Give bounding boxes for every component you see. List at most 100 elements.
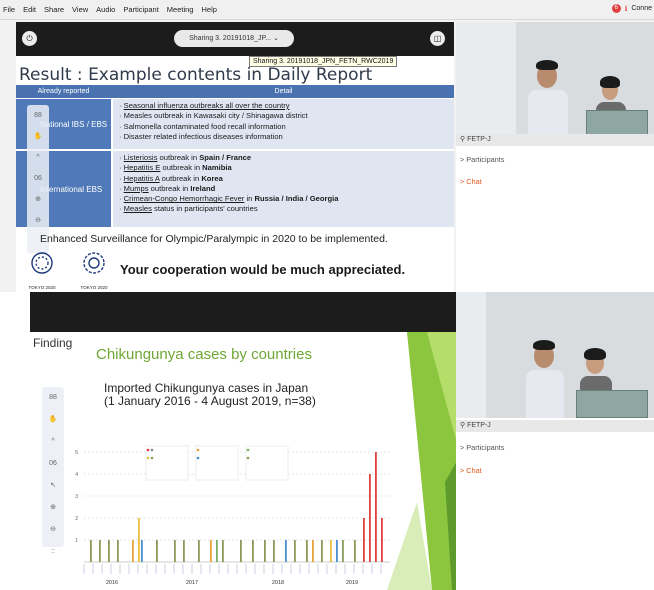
chart-bar <box>198 540 200 562</box>
participant-panel-top: ⚲ FETP-J > Participants > Chat <box>456 22 654 292</box>
chart-bar <box>273 540 275 562</box>
list-item: · Hepatitis A outbreak in Korea <box>119 173 223 183</box>
zoom-window: File Edit Share View Audio Participant M… <box>0 0 654 590</box>
page-number: 06 <box>49 460 57 467</box>
video-feed[interactable] <box>456 292 654 418</box>
chart-title: Imported Chikungunya cases in Japan (1 J… <box>104 382 316 408</box>
chart-bar <box>99 540 101 562</box>
chart-bar <box>132 540 134 562</box>
chart-bar <box>285 540 287 562</box>
sharing-label: Sharing 3. 20191018_JP... <box>189 35 272 42</box>
y-tick-label: 4 <box>75 472 78 478</box>
chart-bar <box>306 540 308 562</box>
laptop <box>576 390 648 418</box>
grid-icon[interactable]: 88 <box>42 387 64 409</box>
annotation-toolbar: 88 ✋ ^ 06 ⊕ ⊖ <box>27 105 49 253</box>
chart-bar <box>369 474 371 562</box>
chat-toggle[interactable]: > Chat <box>460 466 482 475</box>
chart-bar <box>138 518 140 562</box>
zoom-out-icon[interactable]: ⊖ <box>27 210 49 231</box>
hand-icon[interactable]: ✋ <box>27 126 49 147</box>
zoom-in-icon[interactable]: ⊕ <box>27 189 49 210</box>
chevron-up-icon[interactable]: ^ <box>42 431 64 453</box>
shared-screen-lower: Finding Chikungunya cases by countries I… <box>30 292 462 590</box>
shared-screen: ⏻ Sharing 3. 20191018_JP... ⌄ ◫ Sharing … <box>16 22 454 292</box>
year-label: 2017 <box>186 580 198 586</box>
table-header: Already reported Detail <box>16 85 454 98</box>
chart-bar <box>321 540 323 562</box>
olympic-logo: TOKYO 2020 <box>24 250 60 290</box>
chart-bar <box>210 540 212 562</box>
legend-marker <box>146 448 150 452</box>
participants-toggle[interactable]: > Participants <box>460 155 504 164</box>
menu-share[interactable]: Share <box>44 5 64 14</box>
menu-participant[interactable]: Participant <box>123 5 158 14</box>
chart-bar <box>294 540 296 562</box>
status-area: 6 ℹ Conne <box>611 4 652 13</box>
chart-bar <box>222 540 224 562</box>
participant-name-tag: ⚲ FETP-J <box>456 420 654 432</box>
y-tick-label: 2 <box>75 516 78 522</box>
menu-meeting[interactable]: Meeting <box>167 5 194 14</box>
legend-marker <box>150 448 154 452</box>
legend-box <box>195 445 239 481</box>
legend-marker <box>246 448 250 452</box>
menu-file[interactable]: File <box>3 5 15 14</box>
more-icon[interactable]: :: <box>42 541 64 563</box>
menu-edit[interactable]: Edit <box>23 5 36 14</box>
chart-bar <box>363 518 365 562</box>
connection-status: Conne <box>631 5 652 12</box>
year-label: 2019 <box>346 580 358 586</box>
year-label: 2018 <box>272 580 284 586</box>
list-item: · Hepatitis E outbreak in Namibia <box>119 163 232 173</box>
list-item: · Mumps outbreak in Ireland <box>119 183 216 193</box>
grid-icon[interactable]: 88 <box>27 105 49 126</box>
menu-help[interactable]: Help <box>201 5 216 14</box>
y-tick-label: 1 <box>75 538 78 544</box>
participant-panel-bottom: ⚲ FETP-J > Participants > Chat <box>456 292 654 590</box>
video-feed[interactable] <box>456 22 654 138</box>
chat-toggle[interactable]: > Chat <box>460 177 482 186</box>
screen-icon[interactable]: ◫ <box>430 31 445 46</box>
page-number: 06 <box>34 175 42 182</box>
legend-marker <box>146 456 150 460</box>
legend-marker <box>150 456 154 460</box>
legend-marker <box>196 448 200 452</box>
chart-bar <box>354 540 356 562</box>
chevron-up-icon[interactable]: ^ <box>27 147 49 168</box>
power-icon[interactable]: ⏻ <box>22 31 37 46</box>
chevron-down-icon: ⌄ <box>273 35 279 42</box>
legend-marker <box>196 456 200 460</box>
video-window-light <box>456 292 486 418</box>
list-item: · Disaster related infectious diseases i… <box>119 131 283 141</box>
chart-bar <box>174 540 176 562</box>
list-item: · Seasonal influenza outbreaks all over … <box>119 101 290 110</box>
chart-bar <box>330 540 332 562</box>
zoom-in-icon[interactable]: ⊕ <box>42 497 64 519</box>
chart-bar <box>264 540 266 562</box>
report-table: Already reported Detail National IBS / E… <box>16 85 454 235</box>
chart-bar <box>342 540 344 562</box>
chart-bar <box>156 540 158 562</box>
annotation-toolbar: 88 ✋ ^ 06 ↖ ⊕ ⊖ :: <box>42 387 64 555</box>
list-item: · Measles outbreak in Kawasaki city / Sh… <box>119 111 308 121</box>
participants-toggle[interactable]: > Participants <box>460 443 504 452</box>
chart-bar <box>375 452 377 562</box>
cursor-icon[interactable]: ↖ <box>42 475 64 497</box>
logo-text: TOKYO 2020 <box>28 285 56 290</box>
chart-title-line2: (1 January 2016 - 4 August 2019, n=38) <box>104 394 316 408</box>
info-icon[interactable]: ℹ <box>625 5 628 13</box>
hand-icon[interactable]: ✋ <box>42 409 64 431</box>
table-row: National IBS / EBS · Seasonal influenza … <box>16 99 454 149</box>
zoom-out-icon[interactable]: ⊖ <box>42 519 64 541</box>
chart-bar <box>240 540 242 562</box>
share-toolbar <box>30 292 462 332</box>
y-tick-label: 3 <box>75 494 78 500</box>
col-already-reported: Already reported <box>37 88 90 95</box>
menu-view[interactable]: View <box>72 5 88 14</box>
video-window-light <box>456 22 516 138</box>
sharing-dropdown[interactable]: Sharing 3. 20191018_JP... ⌄ <box>174 30 294 47</box>
record-icon[interactable]: 6 <box>611 4 621 13</box>
slide-title: Result : Example contents in Daily Repor… <box>19 65 373 85</box>
menu-audio[interactable]: Audio <box>96 5 115 14</box>
